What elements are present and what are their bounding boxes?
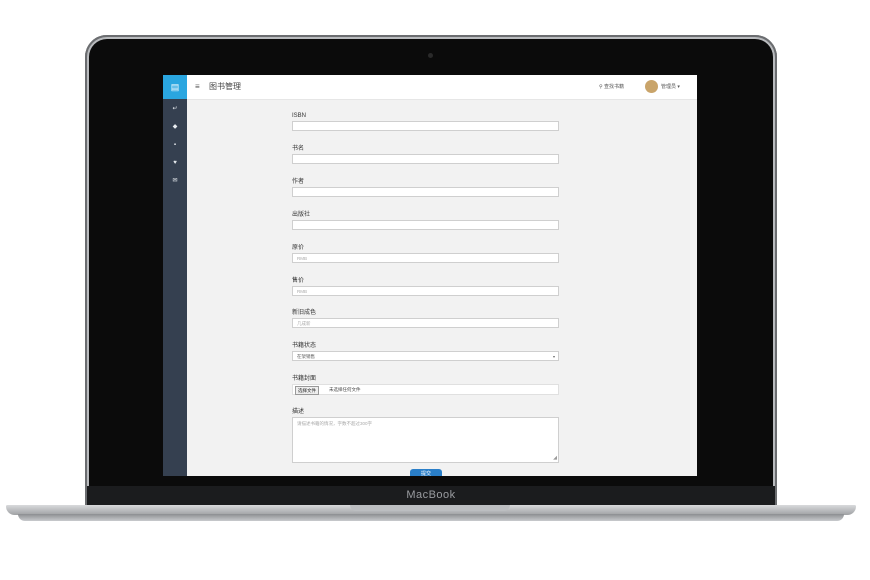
status-label: 书籍状态 <box>292 343 317 349</box>
avatar[interactable] <box>645 80 658 93</box>
notes-textarea[interactable]: 请描述书籍的情况，字数不超过300字 ◢ <box>292 417 559 463</box>
notes-label: 描述 <box>292 409 305 415</box>
app-title: 图书管理 <box>209 82 241 91</box>
laptop-base-bottom <box>18 514 844 521</box>
book-name-label: 书名 <box>292 146 305 152</box>
isbn-input[interactable] <box>292 121 559 131</box>
menu-toggle-icon[interactable]: ≡ <box>195 80 200 94</box>
laptop-brand: MacBook <box>406 489 456 501</box>
author-input[interactable] <box>292 187 559 197</box>
resize-handle-icon[interactable]: ◢ <box>553 456 557 461</box>
publisher-input[interactable] <box>292 220 559 230</box>
envelope-icon[interactable]: ✉ <box>163 176 187 186</box>
user-menu[interactable]: 管理员 ▾ <box>661 83 680 91</box>
sell-price-label: 售价 <box>292 278 305 284</box>
top-bar: ≡ 图书管理 ⚲ 查找书籍 管理员 ▾ <box>187 75 697 100</box>
notes-placeholder: 请描述书籍的情况，字数不超过300字 <box>297 421 373 426</box>
cover-file-input: 选择文件 未选择任何文件 <box>292 384 559 395</box>
arrow-in-icon[interactable]: ↵ <box>163 104 187 114</box>
book-icon[interactable]: ▤ <box>163 75 187 99</box>
book-name-input[interactable] <box>292 154 559 164</box>
chevron-down-icon: ▾ <box>552 354 555 359</box>
submit-button[interactable]: 提交 <box>410 469 442 476</box>
status-selected-value: 在架销售 <box>297 354 315 359</box>
sell-price-input[interactable]: RMB <box>292 286 559 296</box>
search-books-link[interactable]: ⚲ 查找书籍 <box>599 83 624 91</box>
author-label: 作者 <box>292 179 305 185</box>
no-file-text: 未选择任何文件 <box>329 387 361 392</box>
tag-icon[interactable]: ◆ <box>163 122 187 132</box>
price-label: 原价 <box>292 245 305 251</box>
sidebar: ▤ ↵ ◆ ▪ ♥ ✉ <box>163 75 187 476</box>
publisher-label: 出版社 <box>292 212 311 218</box>
cover-label: 书籍封面 <box>292 376 317 382</box>
screen: ▤ ↵ ◆ ▪ ♥ ✉ ≡ 图书管理 ⚲ 查找书籍 管理员 ▾ ISBN 书名 … <box>163 75 697 476</box>
camera <box>428 53 433 58</box>
document-icon[interactable]: ▪ <box>163 140 187 150</box>
heart-icon[interactable]: ♥ <box>163 158 187 168</box>
status-select[interactable]: 在架销售 ▾ <box>292 351 559 361</box>
laptop-notch <box>350 505 510 511</box>
isbn-label: ISBN <box>292 113 307 119</box>
quality-input[interactable]: 几成新 <box>292 318 559 328</box>
quality-label: 新旧成色 <box>292 310 317 316</box>
choose-file-button[interactable]: 选择文件 <box>295 386 319 395</box>
price-input[interactable]: RMB <box>292 253 559 263</box>
